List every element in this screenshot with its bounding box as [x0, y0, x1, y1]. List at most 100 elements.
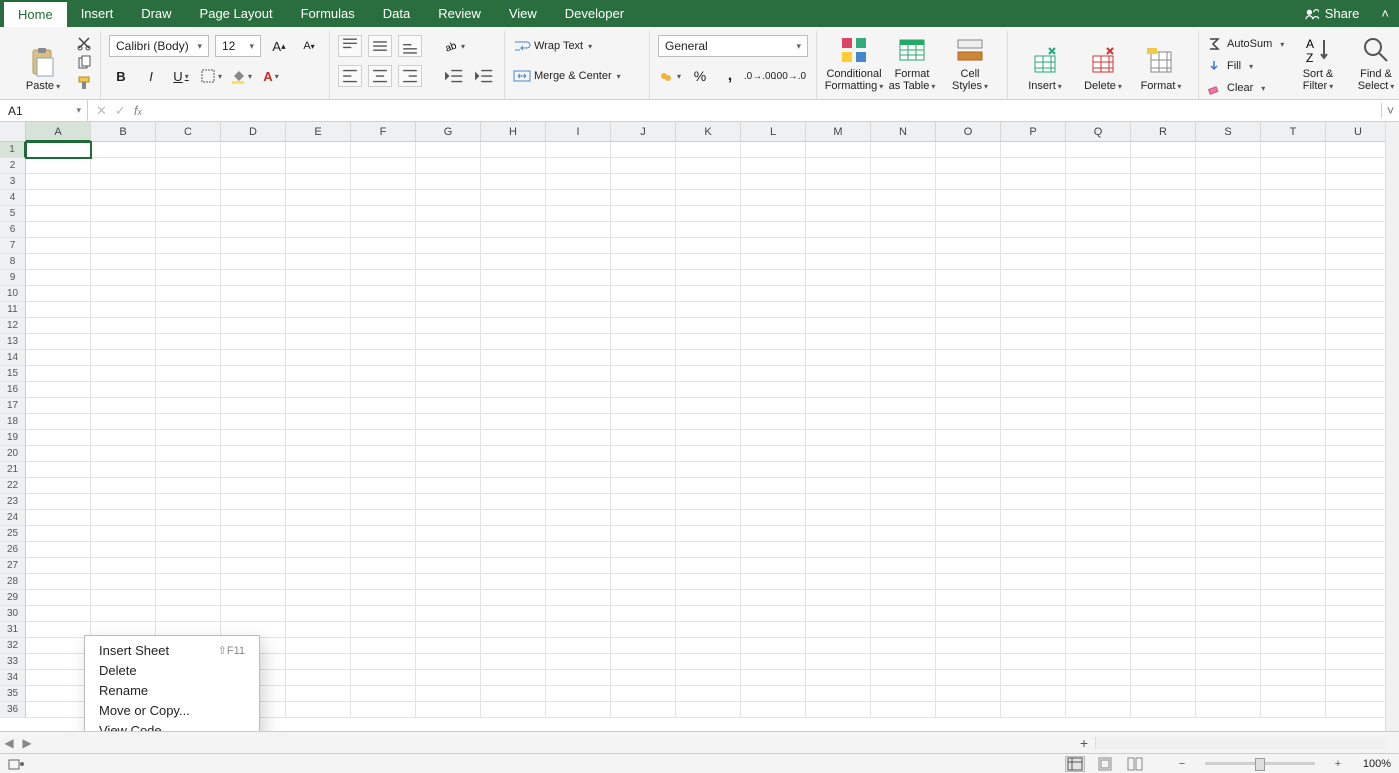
cell-I10[interactable]	[546, 286, 611, 302]
cell-S17[interactable]	[1196, 398, 1261, 414]
cell-H20[interactable]	[481, 446, 546, 462]
cell-N18[interactable]	[871, 414, 936, 430]
cell-H26[interactable]	[481, 542, 546, 558]
cell-E29[interactable]	[286, 590, 351, 606]
cell-D20[interactable]	[221, 446, 286, 462]
cell-J21[interactable]	[611, 462, 676, 478]
confirm-formula-icon[interactable]: ✓	[115, 103, 126, 119]
cell-P1[interactable]	[1001, 142, 1066, 158]
cell-A3[interactable]	[26, 174, 91, 190]
cell-Q19[interactable]	[1066, 430, 1131, 446]
cell-K14[interactable]	[676, 350, 741, 366]
cell-A33[interactable]	[26, 654, 91, 670]
cell-H12[interactable]	[481, 318, 546, 334]
cell-C9[interactable]	[156, 270, 221, 286]
cell-M27[interactable]	[806, 558, 871, 574]
tab-developer[interactable]: Developer	[551, 0, 638, 27]
cell-E7[interactable]	[286, 238, 351, 254]
cell-G30[interactable]	[416, 606, 481, 622]
cell-A31[interactable]	[26, 622, 91, 638]
row-header-21[interactable]: 21	[0, 462, 26, 478]
cell-S27[interactable]	[1196, 558, 1261, 574]
cell-N32[interactable]	[871, 638, 936, 654]
cell-D3[interactable]	[221, 174, 286, 190]
cell-R10[interactable]	[1131, 286, 1196, 302]
cell-J36[interactable]	[611, 702, 676, 718]
cell-K25[interactable]	[676, 526, 741, 542]
cell-U1[interactable]	[1326, 142, 1391, 158]
cell-C15[interactable]	[156, 366, 221, 382]
cell-M36[interactable]	[806, 702, 871, 718]
cell-G27[interactable]	[416, 558, 481, 574]
column-header-I[interactable]: I	[546, 122, 611, 142]
cell-L13[interactable]	[741, 334, 806, 350]
cell-O5[interactable]	[936, 206, 1001, 222]
cell-C28[interactable]	[156, 574, 221, 590]
cell-Q1[interactable]	[1066, 142, 1131, 158]
wrap-text-button[interactable]: Wrap Text▾	[513, 35, 641, 57]
cell-I29[interactable]	[546, 590, 611, 606]
cell-J35[interactable]	[611, 686, 676, 702]
cell-O6[interactable]	[936, 222, 1001, 238]
autosum-button[interactable]: AutoSum▾	[1207, 35, 1289, 53]
cell-G14[interactable]	[416, 350, 481, 366]
cell-S28[interactable]	[1196, 574, 1261, 590]
row-header-33[interactable]: 33	[0, 654, 26, 670]
cell-Q14[interactable]	[1066, 350, 1131, 366]
cell-L1[interactable]	[741, 142, 806, 158]
cell-U25[interactable]	[1326, 526, 1391, 542]
zoom-in-button[interactable]: +	[1331, 758, 1345, 770]
cell-T13[interactable]	[1261, 334, 1326, 350]
number-format-select[interactable]: General▾	[658, 35, 808, 57]
cell-A5[interactable]	[26, 206, 91, 222]
cell-K5[interactable]	[676, 206, 741, 222]
cell-A13[interactable]	[26, 334, 91, 350]
cell-T4[interactable]	[1261, 190, 1326, 206]
cell-S13[interactable]	[1196, 334, 1261, 350]
cell-L31[interactable]	[741, 622, 806, 638]
column-header-B[interactable]: B	[91, 122, 156, 142]
cell-E4[interactable]	[286, 190, 351, 206]
cell-M16[interactable]	[806, 382, 871, 398]
cell-E16[interactable]	[286, 382, 351, 398]
cell-P16[interactable]	[1001, 382, 1066, 398]
cell-O10[interactable]	[936, 286, 1001, 302]
sheet-nav-next[interactable]: ▶	[18, 736, 36, 750]
cell-I14[interactable]	[546, 350, 611, 366]
cell-E31[interactable]	[286, 622, 351, 638]
format-cells-button[interactable]: Format▾	[1132, 31, 1190, 95]
cell-U12[interactable]	[1326, 318, 1391, 334]
cell-E34[interactable]	[286, 670, 351, 686]
cell-G33[interactable]	[416, 654, 481, 670]
cell-N13[interactable]	[871, 334, 936, 350]
cell-M24[interactable]	[806, 510, 871, 526]
cell-C8[interactable]	[156, 254, 221, 270]
fill-button[interactable]: Fill▾	[1207, 57, 1289, 75]
cell-B29[interactable]	[91, 590, 156, 606]
cell-H34[interactable]	[481, 670, 546, 686]
cell-N25[interactable]	[871, 526, 936, 542]
cell-A4[interactable]	[26, 190, 91, 206]
cell-C30[interactable]	[156, 606, 221, 622]
expand-formula-bar[interactable]: ˅	[1381, 103, 1399, 118]
cell-N5[interactable]	[871, 206, 936, 222]
cell-N31[interactable]	[871, 622, 936, 638]
cell-H31[interactable]	[481, 622, 546, 638]
cell-U27[interactable]	[1326, 558, 1391, 574]
cell-H10[interactable]	[481, 286, 546, 302]
cell-I21[interactable]	[546, 462, 611, 478]
cell-N36[interactable]	[871, 702, 936, 718]
cell-L7[interactable]	[741, 238, 806, 254]
cell-B19[interactable]	[91, 430, 156, 446]
row-header-12[interactable]: 12	[0, 318, 26, 334]
cell-R24[interactable]	[1131, 510, 1196, 526]
cell-G4[interactable]	[416, 190, 481, 206]
column-header-S[interactable]: S	[1196, 122, 1261, 142]
cell-A36[interactable]	[26, 702, 91, 718]
tab-page-layout[interactable]: Page Layout	[186, 0, 287, 27]
cell-C13[interactable]	[156, 334, 221, 350]
align-left-icon[interactable]	[338, 65, 362, 87]
cell-E26[interactable]	[286, 542, 351, 558]
cell-C25[interactable]	[156, 526, 221, 542]
column-header-F[interactable]: F	[351, 122, 416, 142]
